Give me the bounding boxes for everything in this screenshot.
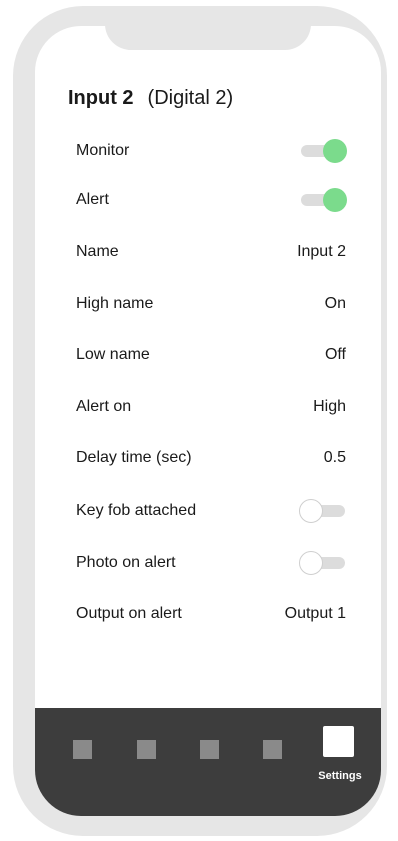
setting-row-name[interactable]: Name Input 2 — [76, 238, 346, 266]
nav-tab-settings[interactable]: Settings — [313, 726, 367, 786]
nav-tab-3-icon[interactable] — [200, 740, 219, 759]
setting-label: Alert on — [76, 398, 132, 415]
toggle-knob — [323, 188, 347, 212]
name-value[interactable]: Input 2 — [297, 243, 346, 261]
bottom-nav-bar: Settings — [35, 708, 381, 816]
alert-toggle[interactable] — [299, 187, 347, 213]
output-on-alert-value[interactable]: Output 1 — [285, 605, 346, 623]
photo-on-alert-toggle[interactable] — [299, 550, 347, 576]
setting-row-alert-on[interactable]: Alert on High — [76, 393, 346, 421]
settings-tab-icon — [323, 726, 354, 757]
toggle-knob — [299, 551, 323, 575]
page-title: Input 2 (Digital 2) — [68, 86, 233, 110]
setting-row-low-name[interactable]: Low name Off — [76, 341, 346, 369]
monitor-toggle[interactable] — [299, 138, 347, 164]
setting-label: Output on alert — [76, 605, 182, 622]
setting-row-output-on-alert[interactable]: Output on alert Output 1 — [76, 600, 346, 628]
nav-tab-4-icon[interactable] — [263, 740, 282, 759]
nav-tab-1-icon[interactable] — [73, 740, 92, 759]
key-fob-toggle[interactable] — [299, 498, 347, 524]
setting-label: Name — [76, 243, 119, 260]
low-name-value[interactable]: Off — [325, 346, 346, 364]
nav-tab-2-icon[interactable] — [137, 740, 156, 759]
settings-tab-label: Settings — [318, 770, 362, 782]
setting-label: Delay time (sec) — [76, 449, 192, 466]
input-subtitle: (Digital 2) — [147, 87, 234, 109]
setting-label: High name — [76, 295, 154, 312]
setting-label: Low name — [76, 346, 150, 363]
toggle-knob — [299, 499, 323, 523]
setting-row-key-fob: Key fob attached — [76, 497, 346, 525]
setting-row-photo-on-alert: Photo on alert — [76, 549, 346, 577]
input-title: Input 2 — [68, 87, 134, 109]
delay-time-value[interactable]: 0.5 — [324, 449, 346, 467]
setting-label: Photo on alert — [76, 554, 176, 571]
setting-label: Monitor — [76, 142, 130, 159]
setting-row-monitor: Monitor — [76, 137, 347, 165]
high-name-value[interactable]: On — [325, 295, 346, 313]
alert-on-value[interactable]: High — [313, 398, 346, 416]
setting-row-high-name[interactable]: High name On — [76, 290, 346, 318]
toggle-knob — [323, 139, 347, 163]
setting-row-alert: Alert — [76, 186, 347, 214]
phone-notch — [105, 6, 311, 50]
setting-label: Alert — [76, 191, 109, 208]
setting-label: Key fob attached — [76, 502, 197, 519]
setting-row-delay-time[interactable]: Delay time (sec) 0.5 — [76, 444, 346, 472]
